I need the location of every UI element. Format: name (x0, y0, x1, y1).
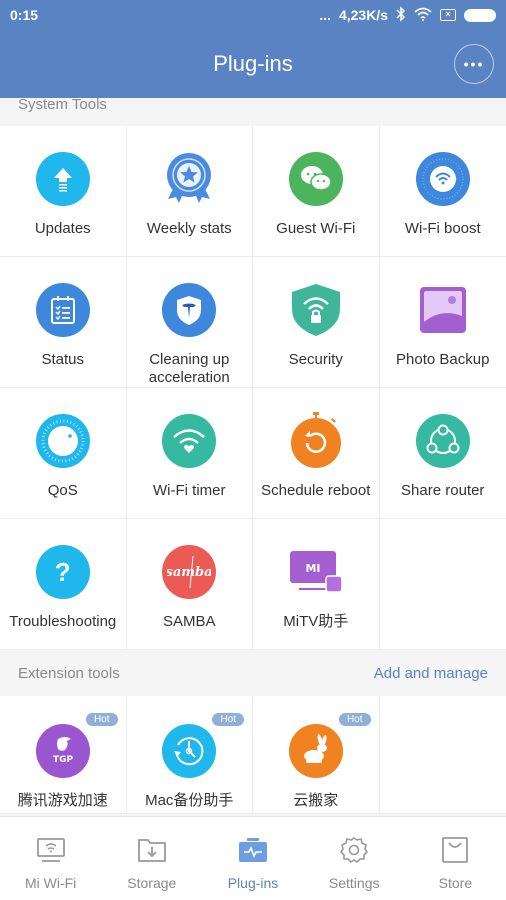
clock-backup-icon (162, 724, 217, 778)
photo-icon (416, 283, 470, 337)
hot-badge: Hot (85, 713, 118, 726)
bluetooth-icon (396, 5, 406, 25)
empty-cell (379, 696, 506, 814)
plugin-label: 云搬家 (293, 792, 339, 809)
extension-tgp[interactable]: Hot TGP 腾讯游戏加速 (0, 696, 127, 814)
plugin-wifi-timer[interactable]: Wi-Fi timer (126, 388, 253, 519)
app-header: Plug-ins ••• (0, 30, 506, 98)
wifi-heart-icon (162, 414, 217, 468)
shopping-bag-icon (441, 835, 469, 865)
plugin-label: Photo Backup (396, 351, 490, 368)
system-tools-grid: Updates Weekly stats Guest Wi-Fi Wi-Fi b… (0, 126, 506, 650)
plugin-photo-backup[interactable]: Photo Backup (379, 257, 506, 388)
plugin-status[interactable]: Status (0, 257, 127, 388)
plugin-guest-wifi[interactable]: Guest Wi-Fi (253, 126, 380, 257)
plugin-label: Share router (401, 482, 485, 499)
plugin-wifi-boost[interactable]: Wi-Fi boost (379, 126, 506, 257)
plugin-label: Troubleshooting (9, 613, 117, 630)
sim-icon: × (440, 9, 456, 21)
plugin-label: Wi-Fi boost (404, 220, 481, 237)
tab-mi-wifi[interactable]: Mi Wi-Fi (0, 817, 101, 900)
tgp-icon: TGP (35, 724, 90, 778)
plugin-schedule-reboot[interactable]: Schedule reboot (253, 388, 380, 519)
plugin-label: Cleaning up acceleration (148, 351, 230, 386)
tab-label: Store (438, 875, 473, 891)
plugin-label: QoS (47, 482, 78, 499)
samba-icon: samba (162, 545, 217, 599)
status-bar: 0:15 ... 4,23K/s × (0, 0, 506, 30)
tab-settings[interactable]: Settings (304, 817, 405, 900)
plugin-troubleshooting[interactable]: ? Troubleshooting (0, 519, 127, 650)
plugin-label: Security (288, 351, 343, 368)
plugin-qos[interactable]: QoS (0, 388, 127, 519)
share-nodes-icon (415, 414, 470, 468)
mitv-icon: MI (289, 545, 343, 599)
plugin-label: Schedule reboot (261, 482, 371, 499)
question-icon: ? (35, 545, 90, 599)
tab-label: Storage (127, 875, 177, 891)
tab-store[interactable]: Store (405, 817, 506, 900)
stopwatch-reboot-icon (289, 412, 343, 468)
plugin-label: SAMBA (162, 613, 216, 630)
plugin-label: MiTV助手 (283, 613, 349, 630)
plugin-label: Status (41, 351, 85, 368)
hot-badge: Hot (338, 713, 371, 726)
svg-text:TGP: TGP (53, 755, 74, 765)
plugin-label: Wi-Fi timer (153, 482, 226, 499)
folder-download-icon (137, 835, 167, 865)
add-and-manage-link[interactable]: Add and manage (374, 665, 488, 682)
empty-cell (379, 519, 506, 650)
plugin-samba[interactable]: samba SAMBA (126, 519, 253, 650)
chat-bubbles-icon (288, 152, 343, 206)
shield-wifi-lock-icon (289, 283, 343, 337)
tab-label: Plug-ins (227, 875, 279, 891)
rabbit-icon (288, 724, 343, 778)
plugin-weekly-stats[interactable]: Weekly stats (126, 126, 253, 257)
clipboard-checklist-icon (35, 283, 90, 337)
wifi-boost-icon (415, 152, 470, 206)
update-arrow-icon (35, 152, 90, 206)
plugins-content[interactable]: System Tools Updates Weekly stats Guest … (0, 98, 506, 816)
medal-star-icon (162, 152, 216, 206)
plugin-label: Weekly stats (146, 220, 232, 237)
extension-tools-header: Extension tools Add and manage (0, 650, 506, 696)
battery-icon (464, 8, 496, 22)
notification-dots: ... (319, 7, 331, 23)
svg-text:samba: samba (167, 565, 211, 580)
plugin-label: Guest Wi-Fi (276, 220, 356, 237)
plugin-share-router[interactable]: Share router (379, 388, 506, 519)
svg-text:MI: MI (305, 562, 320, 575)
wifi-icon (414, 7, 432, 24)
qos-dial-icon (35, 414, 90, 468)
toolbox-pulse-icon (238, 835, 268, 865)
network-speed: 4,23K/s (338, 7, 388, 23)
more-dots-icon: ••• (463, 56, 485, 72)
plugin-label: Mac备份助手 (145, 792, 234, 809)
plugin-mitv[interactable]: MI MiTV助手 (253, 519, 380, 650)
gear-icon (340, 835, 369, 865)
plugin-label: 腾讯游戏加速 (17, 792, 108, 809)
page-title: Plug-ins (213, 51, 293, 76)
extension-tools-grid: Hot TGP 腾讯游戏加速 Hot Mac备份助手 Hot 云搬家 (0, 696, 506, 814)
status-time: 0:15 (10, 7, 39, 23)
monitor-wifi-icon (36, 835, 66, 865)
section-title-extension-tools: Extension tools (18, 664, 120, 682)
more-options-button[interactable]: ••• (454, 44, 494, 84)
tab-plug-ins[interactable]: Plug-ins (202, 817, 303, 900)
tab-storage[interactable]: Storage (101, 817, 202, 900)
hot-badge: Hot (212, 713, 244, 726)
plugin-label: Updates (34, 220, 91, 237)
plugin-updates[interactable]: Updates (0, 126, 127, 257)
shield-broom-icon (162, 283, 217, 337)
tab-label: Settings (328, 875, 380, 891)
section-title-system-tools: System Tools (0, 98, 506, 126)
extension-mac-backup[interactable]: Hot Mac备份助手 (126, 696, 253, 814)
bottom-tab-bar: Mi Wi-Fi Storage Plug-ins Settings Store (0, 816, 506, 900)
plugin-security[interactable]: Security (253, 257, 380, 388)
tab-label: Mi Wi-Fi (24, 875, 77, 891)
extension-cloud-move[interactable]: Hot 云搬家 (253, 696, 380, 814)
plugin-cleaning-up-acceleration[interactable]: Cleaning up acceleration (126, 257, 253, 388)
